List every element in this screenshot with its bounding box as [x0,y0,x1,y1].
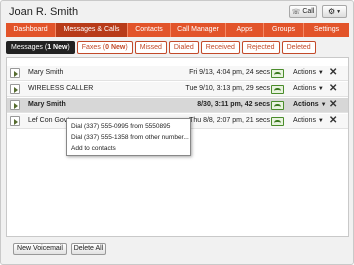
actions-dropdown[interactable]: Actions ▼ [293,85,324,92]
subtab-messages-label: Messages ( [11,44,48,51]
app-window: Joan R. Smith ☏ Call ⚙ ▼ Dashboard Messa… [0,0,354,265]
subtab-messages-count: 1 New [47,44,68,51]
subtab-messages[interactable]: Messages (1 New) [6,41,75,54]
call-button[interactable]: ☏ Call [289,5,317,18]
chevron-down-icon: ▼ [317,118,324,124]
chevron-down-icon: ▼ [320,102,327,108]
tab-settings[interactable]: Settings [304,23,349,37]
callback-phone-icon[interactable] [271,117,284,126]
subtab-messages-suffix: ) [67,44,70,51]
tab-contacts[interactable]: Contacts [128,23,171,37]
delete-icon[interactable]: ✕ [329,83,337,94]
play-icon[interactable] [10,84,20,94]
menu-item-add-contact[interactable]: Add to contacts [71,145,116,152]
list-item[interactable]: WIRELESS CALLER Tue 9/10, 3:13 pm, 29 se… [7,82,348,97]
main-nav: Dashboard Messages & Calls Contacts Call… [6,23,349,37]
actions-label: Actions [293,69,316,76]
tab-call-manager[interactable]: Call Manager [171,23,226,37]
caller-name: Lef Con Govt [28,117,70,124]
menu-item-dial-other[interactable]: Dial (337) 555-1358 from other number... [71,134,189,141]
actions-dropdown[interactable]: Actions ▼ [293,117,324,124]
callback-phone-icon[interactable] [271,69,284,78]
list-item[interactable]: Mary Smith 8/30, 3:11 pm, 42 secs Action… [7,98,348,113]
subtab-dialed[interactable]: Dialed [168,41,199,54]
subtab-faxes-label: Faxes ( [81,44,106,51]
actions-label: Actions [293,85,316,92]
subtab-faxes[interactable]: Faxes (0 New) [76,41,133,54]
message-date: Fri 9/13, 4:04 pm, 24 secs [189,69,270,76]
callback-phone-icon[interactable] [271,101,284,110]
tab-messages-calls[interactable]: Messages & Calls [56,23,128,37]
callback-phone-icon[interactable] [271,85,284,94]
delete-icon[interactable]: ✕ [329,115,337,126]
actions-dropdown[interactable]: Actions ▼ [293,101,327,108]
menu-item-dial-primary[interactable]: Dial (337) 555-0995 from 5550895 [71,123,170,130]
caller-name: WIRELESS CALLER [28,85,94,92]
tab-apps[interactable]: Apps [226,23,264,37]
subtab-faxes-suffix: ) [125,44,128,51]
actions-dropdown[interactable]: Actions ▼ [293,69,324,76]
phone-icon: ☏ [291,8,301,16]
settings-button[interactable]: ⚙ ▼ [322,5,347,18]
message-filter-tabs: Messages (1 New) Faxes (0 New) Missed Di… [6,41,316,54]
new-voicemail-button[interactable]: New Voicemail [13,243,67,255]
gear-icon: ⚙ [327,7,336,16]
actions-label: Actions [293,117,316,124]
message-date: Thu 8/8, 2:07 pm, 21 secs [189,117,270,124]
caller-name[interactable]: Mary Smith [28,101,66,108]
subtab-received[interactable]: Received [200,41,240,54]
chevron-down-icon: ▼ [317,86,324,92]
actions-label: Actions [293,101,319,108]
subtab-faxes-count: 0 New [105,44,126,51]
chevron-down-icon: ▼ [336,8,342,15]
delete-icon[interactable]: ✕ [329,99,337,110]
chevron-down-icon: ▼ [317,70,324,76]
tab-groups[interactable]: Groups [264,23,304,37]
caller-context-menu: Dial (337) 555-0995 from 5550895 Dial (3… [66,118,191,156]
message-date: Tue 9/10, 3:13 pm, 29 secs [185,85,270,92]
delete-icon[interactable]: ✕ [329,67,337,78]
subtab-deleted[interactable]: Deleted [281,41,316,54]
delete-all-button[interactable]: Delete All [71,243,106,255]
page-title: Joan R. Smith [9,6,79,18]
play-icon[interactable] [10,116,20,126]
caller-name: Mary Smith [28,69,64,76]
list-item[interactable]: Mary Smith Fri 9/13, 4:04 pm, 24 secs Ac… [7,66,348,81]
subtab-rejected[interactable]: Rejected [241,41,280,54]
tab-dashboard[interactable]: Dashboard [6,23,56,37]
play-icon[interactable] [10,68,20,78]
subtab-missed[interactable]: Missed [134,41,167,54]
header: Joan R. Smith ☏ Call ⚙ ▼ [1,1,353,23]
message-date: 8/30, 3:11 pm, 42 secs [197,101,270,108]
call-button-label: Call [302,8,315,15]
play-icon[interactable] [10,100,20,110]
